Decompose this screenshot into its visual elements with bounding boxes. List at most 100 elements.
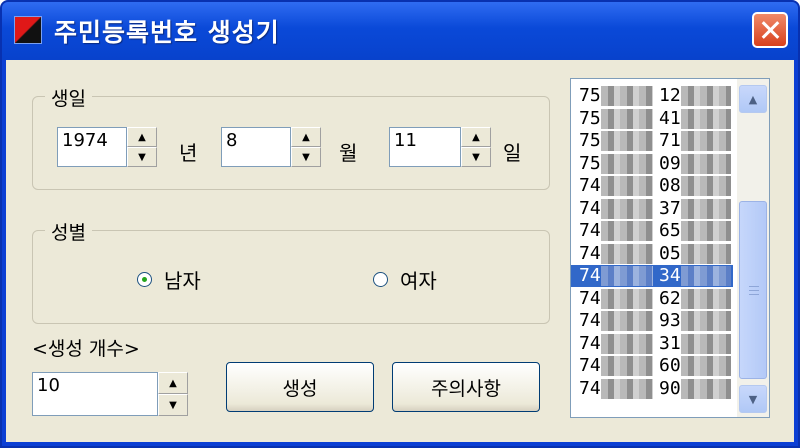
item-prefix: 75	[579, 107, 601, 129]
list-item[interactable]: 75 41	[571, 108, 733, 130]
month-down-icon[interactable]: ▼	[291, 147, 321, 167]
redacted-block	[681, 288, 731, 309]
app-icon	[14, 16, 42, 44]
scroll-thumb[interactable]	[739, 201, 767, 379]
year-down-icon[interactable]: ▼	[127, 147, 157, 167]
item-prefix: 75	[579, 152, 601, 174]
month-spinner: 8 ▲ ▼	[221, 127, 321, 167]
item-prefix: 74	[579, 377, 601, 399]
redacted-block	[601, 333, 653, 354]
list-item[interactable]: 74 62	[571, 288, 733, 310]
item-prefix: 74	[579, 332, 601, 354]
redacted-block	[601, 221, 653, 241]
year-field[interactable]: 1974	[57, 127, 127, 167]
item-prefix: 74	[579, 220, 601, 241]
count-up-icon[interactable]: ▲	[158, 372, 188, 394]
month-unit: 월	[339, 141, 358, 165]
item-suffix: 65	[659, 220, 681, 241]
redacted-block	[601, 243, 653, 264]
scroll-down-icon[interactable]: ▼	[739, 385, 767, 413]
redacted-block	[681, 356, 731, 376]
count-field[interactable]: 10	[32, 372, 158, 416]
redacted-block	[601, 86, 653, 106]
redacted-block	[601, 131, 653, 151]
day-unit: 일	[503, 141, 522, 165]
notice-button[interactable]: 주의사항	[392, 362, 540, 412]
redacted-block	[601, 176, 653, 196]
item-prefix: 74	[579, 287, 601, 309]
male-label: 남자	[164, 269, 201, 293]
item-suffix: 09	[659, 152, 681, 174]
list-item[interactable]: 74 34	[571, 265, 733, 287]
item-suffix: 12	[659, 85, 681, 106]
item-prefix: 74	[579, 242, 601, 264]
item-suffix: 08	[659, 175, 681, 196]
redacted-block	[681, 266, 731, 286]
title-bar[interactable]: 주민등록번호 생성기	[2, 2, 798, 60]
year-unit: 년	[179, 141, 198, 165]
item-suffix: 93	[659, 310, 681, 331]
redacted-block	[601, 153, 653, 174]
count-down-icon[interactable]: ▼	[158, 394, 188, 416]
female-radio[interactable]	[373, 272, 388, 287]
window-title: 주민등록번호 생성기	[54, 18, 280, 47]
male-radio[interactable]	[137, 272, 152, 287]
list-item[interactable]: 74 37	[571, 198, 733, 220]
count-label: <생성 개수>	[32, 338, 140, 360]
item-suffix: 31	[659, 332, 681, 354]
list-item[interactable]: 74 90	[571, 378, 733, 400]
redacted-block	[601, 311, 653, 331]
day-up-icon[interactable]: ▲	[461, 127, 491, 147]
item-prefix: 74	[579, 265, 601, 286]
gender-female-option[interactable]: 여자	[373, 265, 437, 294]
redacted-block	[681, 108, 731, 129]
redacted-block	[601, 288, 653, 309]
item-suffix: 37	[659, 197, 681, 219]
day-field[interactable]: 11	[389, 127, 461, 167]
item-prefix: 75	[579, 85, 601, 106]
gender-group: 성별 남자 여자	[32, 218, 550, 324]
item-prefix: 74	[579, 355, 601, 376]
day-spinner: 11 ▲ ▼	[389, 127, 491, 167]
app-window: 주민등록번호 생성기 생일 1974 ▲ ▼ 년 8 ▲ ▼ 월 11 ▲ ▼ 일	[0, 0, 800, 448]
year-spinner: 1974 ▲ ▼	[57, 127, 157, 167]
list-item[interactable]: 74 65	[571, 220, 733, 242]
redacted-block	[681, 153, 731, 174]
client-area: 생일 1974 ▲ ▼ 년 8 ▲ ▼ 월 11 ▲ ▼ 일 성별 남자 여자 …	[6, 60, 794, 442]
generate-button[interactable]: 생성	[226, 362, 374, 412]
list-item[interactable]: 74 60	[571, 355, 733, 377]
redacted-block	[601, 198, 653, 219]
redacted-block	[681, 333, 731, 354]
vertical-scrollbar[interactable]: ▲ ▼	[737, 79, 769, 417]
item-prefix: 74	[579, 175, 601, 196]
item-suffix: 41	[659, 107, 681, 129]
redacted-block	[601, 266, 653, 286]
year-up-icon[interactable]: ▲	[127, 127, 157, 147]
result-listbox[interactable]: 75 12 75 41 75 71 75 09 74 08 74 37 74 65 74 05 74 34 74 62…	[570, 78, 770, 418]
item-prefix: 74	[579, 310, 601, 331]
month-up-icon[interactable]: ▲	[291, 127, 321, 147]
item-suffix: 62	[659, 287, 681, 309]
list-item[interactable]: 74 05	[571, 243, 733, 265]
item-suffix: 90	[659, 377, 681, 399]
list-item[interactable]: 74 08	[571, 175, 733, 197]
scroll-up-icon[interactable]: ▲	[739, 85, 767, 113]
month-field[interactable]: 8	[221, 127, 291, 167]
redacted-block	[681, 243, 731, 264]
list-item[interactable]: 75 09	[571, 153, 733, 175]
redacted-block	[681, 221, 731, 241]
item-suffix: 34	[659, 265, 681, 286]
birth-group: 생일 1974 ▲ ▼ 년 8 ▲ ▼ 월 11 ▲ ▼ 일	[32, 84, 550, 190]
list-item[interactable]: 74 31	[571, 333, 733, 355]
redacted-block	[681, 86, 731, 106]
item-suffix: 71	[659, 130, 681, 151]
redacted-block	[681, 198, 731, 219]
gender-legend: 성별	[45, 218, 92, 245]
redacted-block	[681, 131, 731, 151]
list-item[interactable]: 75 71	[571, 130, 733, 152]
list-item[interactable]: 74 93	[571, 310, 733, 332]
gender-male-option[interactable]: 남자	[137, 265, 201, 294]
close-icon[interactable]	[752, 12, 788, 48]
list-item[interactable]: 75 12	[571, 85, 733, 107]
day-down-icon[interactable]: ▼	[461, 147, 491, 167]
